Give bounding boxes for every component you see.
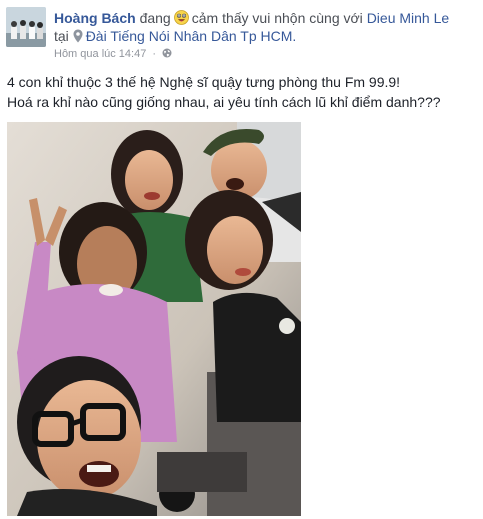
- caption-line-2: Hoá ra khỉ nào cũng giống nhau, ai yêu t…: [7, 94, 441, 110]
- grinning-tongue-emoji-icon: [173, 10, 189, 25]
- post-header-line2: tại Đài Tiếng Nói Nhân Dân Tp HCM.: [54, 27, 296, 45]
- facebook-post: Hoàng Bách đang cảm thấy vui nhộn cùng vớ…: [0, 0, 483, 519]
- post-header-line1: Hoàng Bách đang cảm thấy vui nhộn cùng vớ…: [54, 9, 449, 27]
- selfie-photo-illustration: [7, 122, 301, 516]
- post-caption: 4 con khỉ thuộc 3 thế hệ Nghệ sĩ quậy tư…: [7, 72, 477, 112]
- author-avatar[interactable]: [6, 7, 46, 47]
- location-link[interactable]: Đài Tiếng Nói Nhân Dân Tp HCM.: [86, 28, 297, 44]
- post-meta: Hôm qua lúc 14:47 ·: [54, 47, 172, 61]
- feeling-text: cảm thấy vui nhộn cùng với: [191, 10, 363, 26]
- globe-icon[interactable]: [162, 48, 172, 58]
- tagged-friend-link[interactable]: Dieu Minh Le: [367, 10, 450, 26]
- map-pin-icon: [73, 29, 83, 43]
- caption-line-1: 4 con khỉ thuộc 3 thế hệ Nghệ sĩ quậy tư…: [7, 74, 401, 90]
- meta-separator: ·: [152, 48, 157, 60]
- post-timestamp-link[interactable]: Hôm qua lúc 14:47: [54, 48, 146, 60]
- author-name-link[interactable]: Hoàng Bách: [54, 10, 136, 26]
- feeling-prefix: đang: [139, 10, 171, 26]
- at-word: tại: [54, 28, 69, 44]
- post-photo[interactable]: [7, 122, 301, 516]
